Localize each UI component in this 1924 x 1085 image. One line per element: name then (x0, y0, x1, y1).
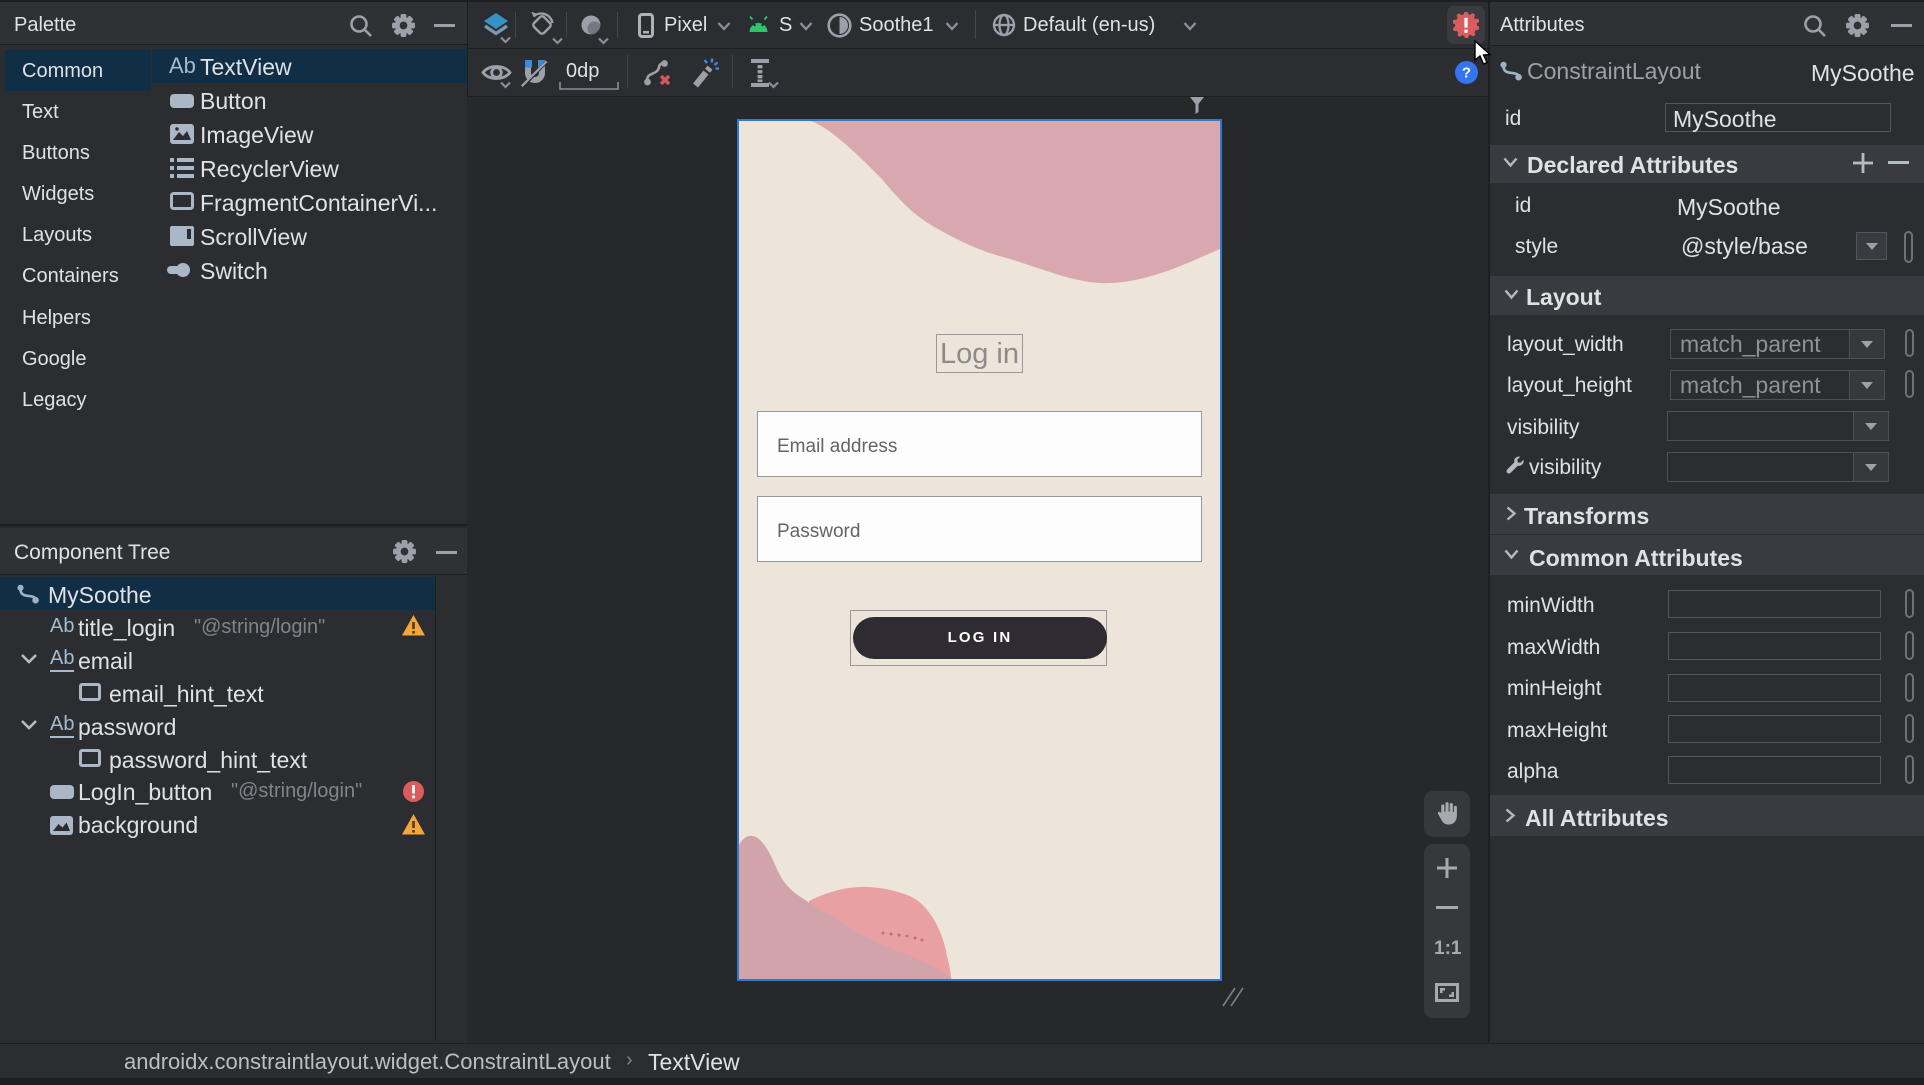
svg-text:?: ? (1462, 65, 1471, 82)
